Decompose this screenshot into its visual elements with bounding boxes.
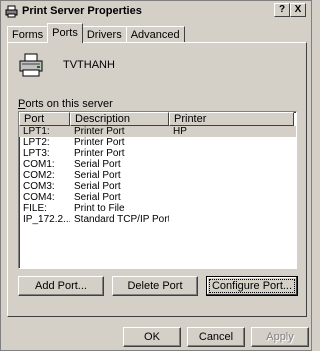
- server-name: TVTHANH: [63, 59, 115, 71]
- ports-list-header: Port Description Printer: [19, 112, 296, 126]
- port-cell: LPT2:: [23, 137, 50, 148]
- tab-forms[interactable]: Forms: [7, 26, 49, 43]
- table-row[interactable]: COM4: Serial Port: [19, 192, 296, 203]
- ports-tab-panel: TVTHANH Ports on this server Port Descri…: [7, 42, 307, 317]
- printer-cell: [169, 159, 294, 170]
- port-cell: COM2:: [23, 170, 55, 181]
- description-cell: Serial Port: [74, 181, 121, 192]
- apply-button[interactable]: Apply: [251, 327, 309, 347]
- table-row[interactable]: LPT2: Printer Port: [19, 137, 296, 148]
- port-cell: LPT1:: [23, 126, 50, 137]
- ok-button[interactable]: OK: [123, 327, 181, 347]
- column-header-description[interactable]: Description: [70, 112, 169, 126]
- printer-cell: [169, 214, 294, 225]
- printer-server-icon: [18, 53, 44, 79]
- table-row[interactable]: FILE: Print to File: [19, 203, 296, 214]
- close-button[interactable]: X: [290, 3, 306, 17]
- table-row[interactable]: COM2: Serial Port: [19, 170, 296, 181]
- title-bar: Print Server Properties ? X: [2, 2, 310, 20]
- column-header-port[interactable]: Port: [19, 112, 70, 126]
- description-cell: Serial Port: [74, 159, 121, 170]
- ports-list[interactable]: Port Description Printer LPT1: Printer Po…: [18, 111, 297, 269]
- description-cell: Standard TCP/IP Port: [74, 214, 169, 225]
- table-row[interactable]: COM3: Serial Port: [19, 181, 296, 192]
- add-port-label: Add Port...: [35, 280, 87, 292]
- apply-label: Apply: [266, 331, 294, 343]
- tab-drivers[interactable]: Drivers: [81, 26, 127, 43]
- description-cell: Printer Port: [74, 126, 125, 137]
- port-cell: IP_172.2...: [23, 214, 70, 225]
- table-row[interactable]: LPT3: Printer Port: [19, 148, 296, 159]
- ports-list-label: Ports on this server: [18, 98, 113, 110]
- printer-cell: [169, 192, 294, 203]
- description-cell: Printer Port: [74, 137, 125, 148]
- port-cell: FILE:: [23, 203, 47, 214]
- cancel-button[interactable]: Cancel: [187, 327, 245, 347]
- help-button[interactable]: ?: [274, 3, 290, 17]
- ok-label: OK: [144, 331, 160, 343]
- tab-ports[interactable]: Ports: [47, 23, 83, 43]
- description-cell: Printer Port: [74, 148, 125, 159]
- printer-cell: [169, 181, 294, 192]
- column-header-printer[interactable]: Printer: [169, 112, 294, 126]
- delete-port-label: Delete Port: [127, 280, 183, 292]
- tab-advanced[interactable]: Advanced: [125, 26, 185, 43]
- description-cell: Print to File: [74, 203, 125, 214]
- ports-list-label-text: orts on this server: [25, 98, 113, 110]
- tab-strip: Forms Ports Drivers Advanced: [7, 23, 185, 43]
- add-port-button[interactable]: Add Port...: [18, 276, 104, 296]
- description-cell: Serial Port: [74, 170, 121, 181]
- configure-port-button[interactable]: Configure Port...: [206, 276, 298, 296]
- configure-port-label: Configure Port...: [211, 280, 293, 292]
- description-cell: Serial Port: [74, 192, 121, 203]
- port-cell: COM1:: [23, 159, 55, 170]
- port-cell: COM4:: [23, 192, 55, 203]
- print-server-properties-window: Print Server Properties ? X Forms Ports …: [0, 0, 312, 351]
- ports-list-rows: LPT1: Printer Port HP LPT2: Printer Port LPT3…: [19, 126, 296, 225]
- printer-cell: HP: [173, 126, 187, 137]
- cancel-label: Cancel: [198, 331, 234, 343]
- printer-cell: [169, 137, 294, 148]
- delete-port-button[interactable]: Delete Port: [112, 276, 198, 296]
- table-row[interactable]: LPT1: Printer Port HP: [19, 126, 296, 137]
- printer-cell: [169, 148, 294, 159]
- printer-cell: [169, 170, 294, 181]
- window-title: Print Server Properties: [22, 5, 142, 17]
- printer-cell: [169, 203, 294, 214]
- table-row[interactable]: IP_172.2... Standard TCP/IP Port: [19, 214, 296, 225]
- printer-icon: [5, 5, 18, 18]
- port-cell: LPT3:: [23, 148, 50, 159]
- port-cell: COM3:: [23, 181, 55, 192]
- table-row[interactable]: COM1: Serial Port: [19, 159, 296, 170]
